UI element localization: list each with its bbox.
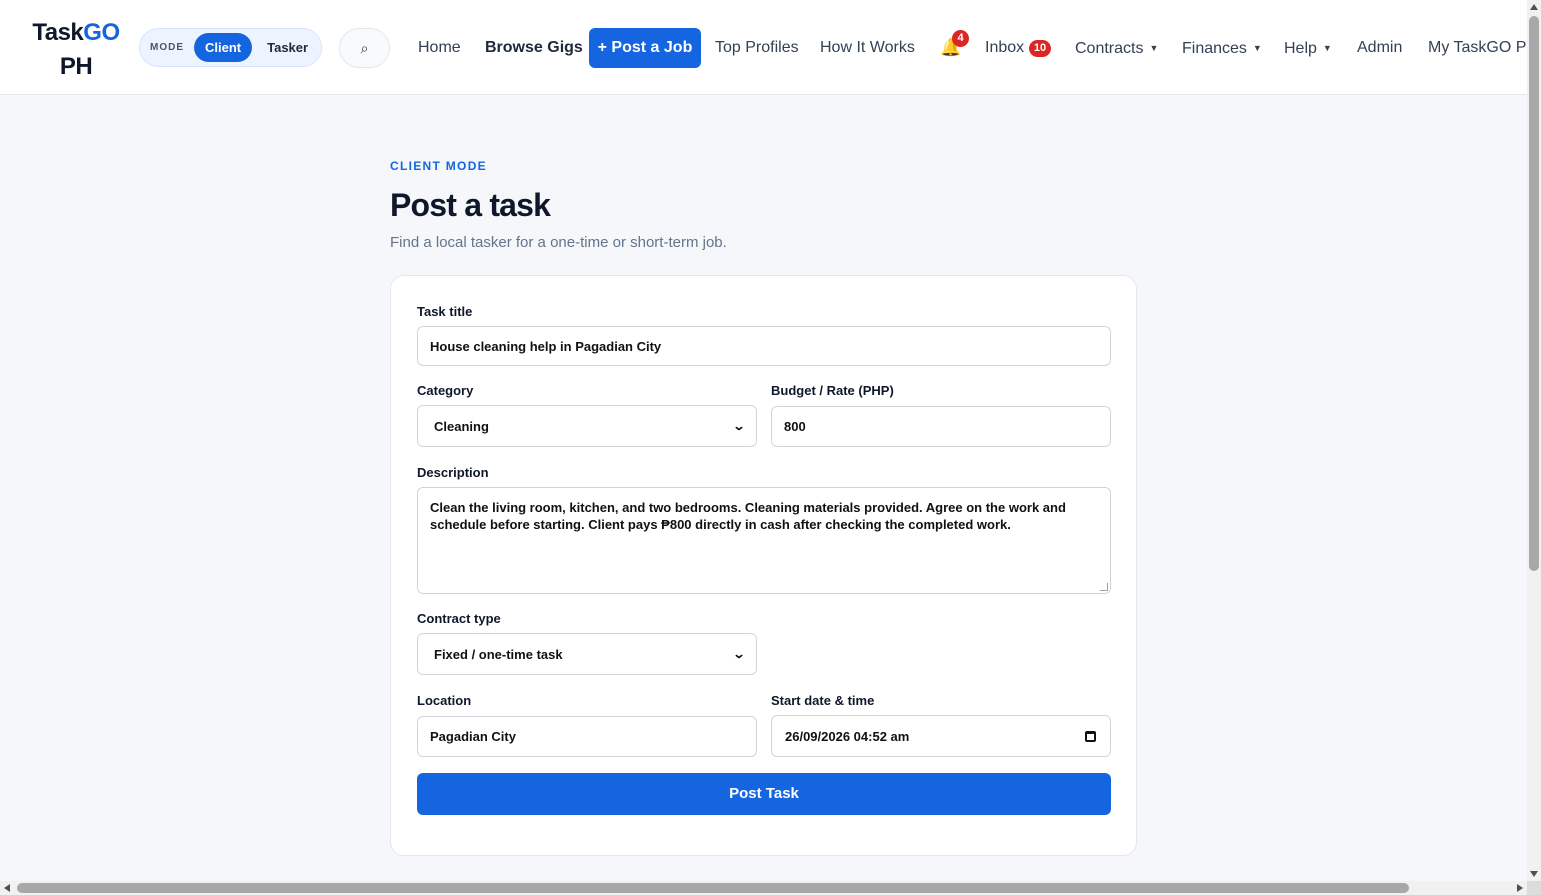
notifications-badge: 4 <box>952 30 969 47</box>
scrollbar-corner <box>1527 881 1541 895</box>
nav-inbox[interactable]: Inbox <box>985 36 1024 60</box>
mode-tasker-button[interactable]: Tasker <box>256 33 319 62</box>
page-title: Post a task <box>390 187 551 223</box>
scroll-down-arrow-icon[interactable] <box>1530 871 1538 877</box>
category-select[interactable]: Cleaning ⌄ <box>417 405 757 447</box>
nav-contracts-label: Contracts <box>1075 40 1144 57</box>
page-eyebrow: CLIENT MODE <box>390 159 487 173</box>
caret-down-icon: ▼ <box>1322 43 1332 53</box>
nav-account[interactable]: My TaskGO PH <box>1428 36 1527 60</box>
horizontal-scrollbar[interactable] <box>0 881 1527 895</box>
nav-admin[interactable]: Admin <box>1357 36 1402 60</box>
description-textarea[interactable]: Clean the living room, kitchen, and two … <box>417 487 1111 594</box>
inbox-badge: 10 <box>1029 40 1051 57</box>
contract-type-value: Fixed / one-time task <box>434 646 563 662</box>
start-datetime-input[interactable]: 26/09/2026 04:52 am <box>771 715 1111 757</box>
vertical-scrollbar[interactable] <box>1527 0 1541 881</box>
post-job-button[interactable]: + Post a Job <box>589 28 701 68</box>
task-title-label: Task title <box>417 304 473 319</box>
vertical-scroll-thumb[interactable] <box>1529 16 1539 571</box>
resize-handle-icon[interactable] <box>1100 583 1108 591</box>
category-value: Cleaning <box>434 418 489 434</box>
start-datetime-value: 26/09/2026 04:52 am <box>785 728 910 744</box>
brand-name-ph: PH <box>59 53 93 80</box>
nav-browse-gigs[interactable]: Browse Gigs <box>485 36 583 60</box>
mode-toggle: MODE Client Tasker <box>139 28 322 67</box>
horizontal-scroll-thumb[interactable] <box>17 883 1409 893</box>
page-subtitle: Find a local tasker for a one-time or sh… <box>390 234 727 251</box>
search-icon: ⌕ <box>360 39 369 56</box>
chevron-down-icon: ⌄ <box>732 419 746 433</box>
nav-home[interactable]: Home <box>418 36 461 60</box>
brand-name-task: Task <box>32 19 84 46</box>
budget-label: Budget / Rate (PHP) <box>771 383 894 398</box>
calendar-icon[interactable] <box>1085 730 1096 742</box>
nav-contracts[interactable]: Contracts ▼ <box>1075 36 1158 61</box>
mode-client-button[interactable]: Client <box>194 33 253 62</box>
nav-finances-label: Finances <box>1182 40 1247 57</box>
description-value: Clean the living room, kitchen, and two … <box>430 500 1066 532</box>
brand-name-go: GO <box>83 19 120 46</box>
scroll-left-arrow-icon[interactable] <box>4 884 10 892</box>
top-navbar: TaskGO PH MODE Client Tasker ⌕ Home Brow… <box>0 0 1527 95</box>
caret-down-icon: ▼ <box>1149 43 1159 53</box>
location-input[interactable]: Pagadian City <box>417 716 757 757</box>
description-label: Description <box>417 465 489 480</box>
caret-down-icon: ▼ <box>1252 43 1262 53</box>
contract-type-select[interactable]: Fixed / one-time task ⌄ <box>417 633 757 675</box>
nav-finances[interactable]: Finances ▼ <box>1182 36 1262 61</box>
chevron-down-icon: ⌄ <box>732 647 746 661</box>
category-label: Category <box>417 383 474 398</box>
search-button[interactable]: ⌕ <box>339 28 390 68</box>
contract-type-label: Contract type <box>417 611 501 626</box>
nav-top-profiles[interactable]: Top Profiles <box>715 36 799 60</box>
nav-help[interactable]: Help ▼ <box>1284 36 1332 61</box>
start-datetime-label: Start date & time <box>771 693 875 708</box>
nav-help-label: Help <box>1284 40 1317 57</box>
nav-how-it-works[interactable]: How It Works <box>820 36 915 60</box>
budget-input[interactable]: 800 <box>771 406 1111 447</box>
scroll-right-arrow-icon[interactable] <box>1517 884 1523 892</box>
task-title-input[interactable]: House cleaning help in Pagadian City <box>417 326 1111 366</box>
post-task-button[interactable]: Post Task <box>417 773 1111 815</box>
location-label: Location <box>417 693 472 708</box>
mode-label: MODE <box>150 42 184 53</box>
post-task-form: Task title House cleaning help in Pagadi… <box>390 275 1137 856</box>
brand-logo[interactable]: TaskGO PH <box>26 16 126 84</box>
scroll-up-arrow-icon[interactable] <box>1530 4 1538 10</box>
